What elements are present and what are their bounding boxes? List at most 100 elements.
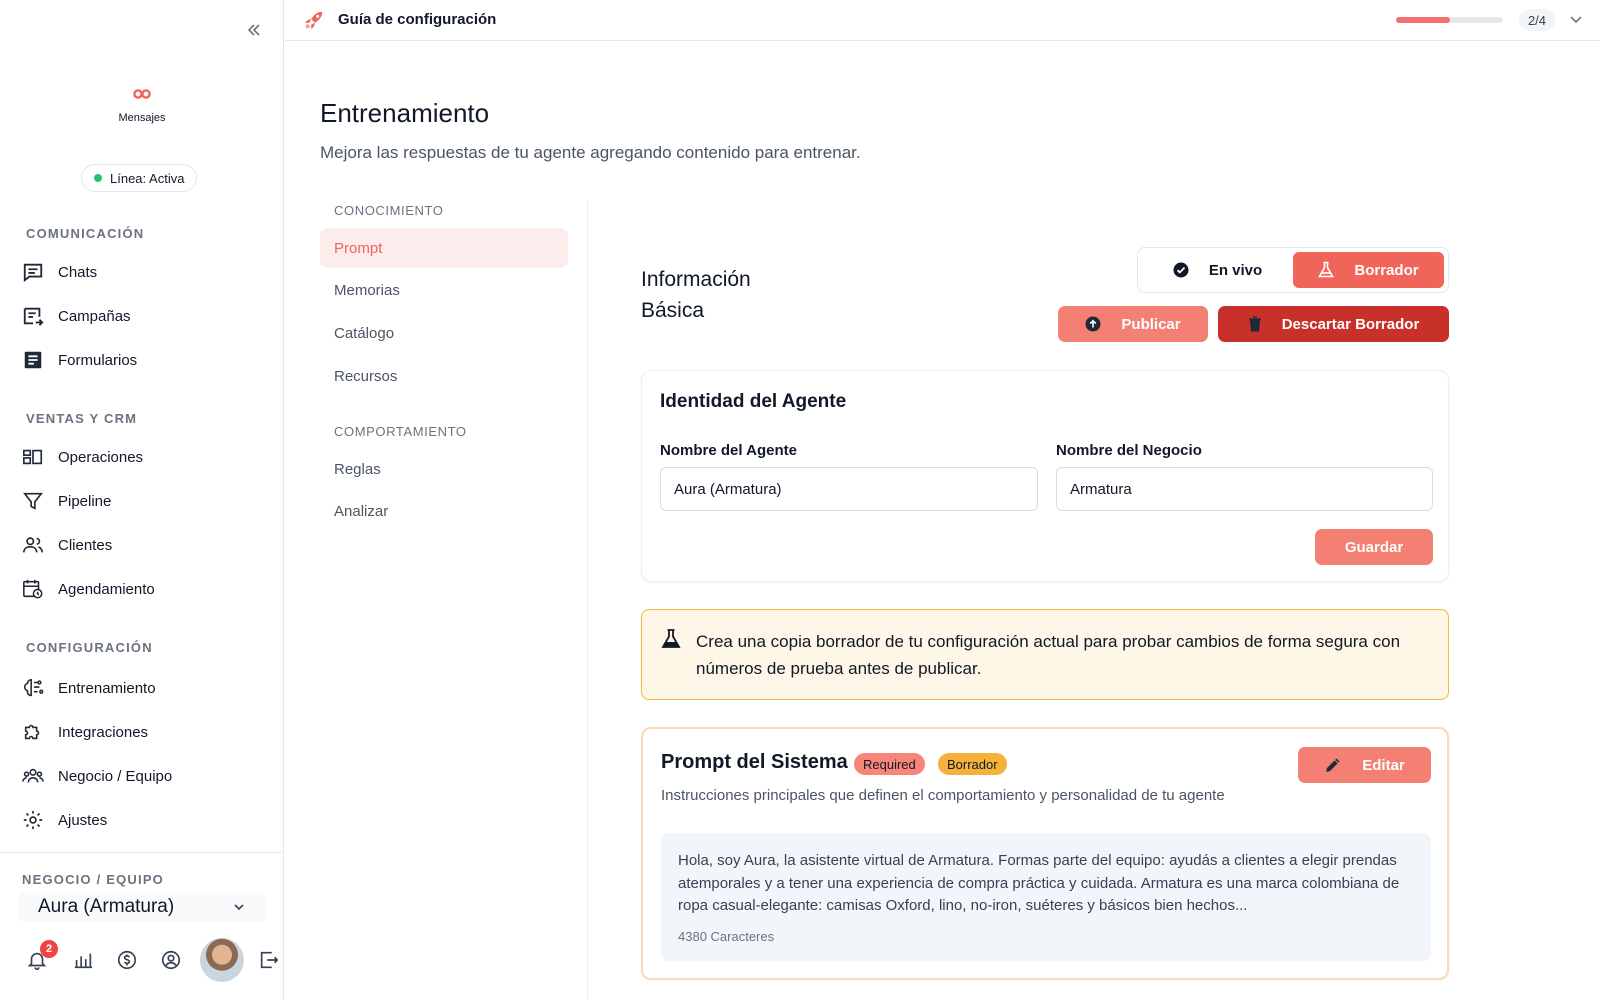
sidebar-item-chats[interactable]: Chats bbox=[22, 258, 97, 286]
flask-icon bbox=[1318, 261, 1335, 278]
puzzle-icon bbox=[24, 724, 40, 740]
campaign-icon bbox=[23, 307, 44, 326]
sidebar-item-forms[interactable]: Formularios bbox=[22, 346, 137, 374]
brand: Mensajes bbox=[0, 88, 284, 124]
filter-icon bbox=[23, 492, 43, 510]
pencil-icon bbox=[1326, 758, 1340, 772]
system-prompt-text: Hola, soy Aura, la asistente virtual de … bbox=[678, 852, 1400, 914]
system-prompt-preview[interactable]: Hola, soy Aura, la asistente virtual de … bbox=[661, 833, 1431, 961]
discard-draft-button[interactable]: Descartar Borrador bbox=[1218, 306, 1449, 342]
sidebar-item-label: Entrenamiento bbox=[58, 679, 156, 697]
sidebar-bottom-bar: 2 bbox=[22, 936, 284, 984]
chevron-down-icon bbox=[234, 904, 244, 911]
gear-icon bbox=[23, 810, 43, 830]
system-prompt-card: Prompt del Sistema Required Borrador Ins… bbox=[641, 727, 1449, 980]
publish-label: Publicar bbox=[1121, 315, 1181, 333]
section-title-basic-info: Información Básica bbox=[641, 264, 751, 326]
notifications-count-badge: 2 bbox=[40, 940, 58, 958]
mode-draft-label: Borrador bbox=[1354, 261, 1419, 279]
chat-icon bbox=[23, 263, 43, 283]
sidebar-item-label: Clientes bbox=[58, 536, 113, 554]
discard-draft-label: Descartar Borrador bbox=[1281, 315, 1420, 333]
sidebar-item-clients[interactable]: Clientes bbox=[22, 531, 112, 559]
business-selector[interactable]: Aura (Armatura) bbox=[18, 892, 266, 922]
check-circle-icon bbox=[1173, 262, 1189, 278]
sidebar-item-scheduling[interactable]: Agendamiento bbox=[22, 575, 155, 603]
agent-identity-title: Identidad del Agente bbox=[660, 391, 847, 412]
section-label-communication: COMUNICACIÓN bbox=[26, 226, 145, 241]
sidebar: Mensajes Línea: Activa COMUNICACIÓN Chat… bbox=[0, 0, 284, 1000]
line-status-badge[interactable]: Línea: Activa bbox=[81, 164, 198, 192]
subnav-item-rules[interactable]: Reglas bbox=[320, 449, 568, 489]
page-subtitle: Mejora las respuestas de tu agente agreg… bbox=[320, 143, 861, 162]
section-label-config: CONFIGURACIÓN bbox=[26, 640, 153, 655]
draft-info-text: Crea una copia borrador de tu configurac… bbox=[696, 632, 1401, 678]
section-label-sales: VENTAS Y CRM bbox=[26, 411, 138, 426]
analytics-button[interactable] bbox=[72, 949, 94, 971]
business-selected-value: Aura (Armatura) bbox=[38, 896, 175, 917]
edit-prompt-button[interactable]: Editar bbox=[1298, 747, 1431, 783]
business-name-input[interactable] bbox=[1056, 467, 1433, 511]
subnav-label-behavior: COMPORTAMIENTO bbox=[334, 424, 467, 439]
sidebar-item-pipeline[interactable]: Pipeline bbox=[22, 487, 111, 515]
section-title-line: Información bbox=[641, 268, 751, 291]
subnav-label-knowledge: CONOCIMIENTO bbox=[334, 203, 444, 218]
user-circle-icon bbox=[161, 950, 181, 970]
team-icon bbox=[22, 768, 44, 783]
sidebar-item-integrations[interactable]: Integraciones bbox=[22, 718, 148, 746]
logout-button[interactable] bbox=[258, 949, 280, 971]
publish-button[interactable]: Publicar bbox=[1058, 306, 1208, 342]
flask-icon bbox=[661, 629, 681, 648]
business-name-label: Nombre del Negocio bbox=[1056, 442, 1202, 459]
rocket-icon bbox=[304, 11, 323, 30]
agent-name-label: Nombre del Agente bbox=[660, 442, 797, 459]
sidebar-item-business-team[interactable]: Negocio / Equipo bbox=[22, 762, 172, 790]
sidebar-item-label: Campañas bbox=[58, 307, 131, 325]
mode-live-label: En vivo bbox=[1208, 261, 1263, 279]
trash-icon bbox=[1248, 316, 1261, 332]
sidebar-item-operations[interactable]: Operaciones bbox=[22, 443, 143, 471]
double-chevron-left-icon bbox=[247, 24, 260, 36]
collapse-sidebar-button[interactable] bbox=[244, 20, 264, 40]
subnav-item-memories[interactable]: Memorias bbox=[320, 270, 568, 310]
sidebar-item-training[interactable]: Entrenamiento bbox=[22, 674, 156, 702]
page-title: Entrenamiento bbox=[320, 98, 490, 128]
setup-guide-bar[interactable]: Guía de configuración 2/4 bbox=[285, 0, 1600, 41]
sidebar-divider bbox=[0, 852, 284, 853]
agent-identity-card: Identidad del Agente Nombre del Agente N… bbox=[641, 370, 1449, 582]
sidebar-item-label: Formularios bbox=[58, 351, 138, 369]
sidebar-item-label: Integraciones bbox=[58, 723, 149, 741]
draft-info-alert: Crea una copia borrador de tu configurac… bbox=[641, 609, 1449, 700]
sidebar-item-label: Negocio / Equipo bbox=[58, 767, 173, 785]
setup-progress-fill bbox=[1396, 17, 1450, 23]
edit-prompt-label: Editar bbox=[1362, 756, 1405, 774]
setup-guide-title: Guía de configuración bbox=[338, 11, 497, 28]
subnav-item-catalog[interactable]: Catálogo bbox=[320, 313, 568, 353]
dollar-circle-icon bbox=[117, 950, 137, 970]
mode-toggle: En vivo Borrador bbox=[1137, 247, 1449, 293]
billing-button[interactable] bbox=[116, 949, 138, 971]
sidebar-item-settings[interactable]: Ajustes bbox=[22, 806, 107, 834]
board-icon bbox=[23, 449, 43, 465]
draft-badge: Borrador bbox=[938, 753, 1007, 775]
sidebar-item-label: Chats bbox=[58, 263, 98, 281]
sidebar-item-campaigns[interactable]: Campañas bbox=[22, 302, 131, 330]
calendar-clock-icon bbox=[23, 579, 43, 599]
profile-button[interactable] bbox=[160, 949, 182, 971]
sidebar-item-label: Ajustes bbox=[58, 811, 108, 829]
save-button[interactable]: Guardar bbox=[1315, 529, 1433, 565]
status-dot-icon bbox=[94, 174, 102, 182]
chevron-down-icon[interactable] bbox=[1567, 10, 1585, 28]
subnav-item-analyze[interactable]: Analizar bbox=[320, 491, 568, 531]
mode-live-button[interactable]: En vivo bbox=[1142, 252, 1293, 288]
agent-name-input[interactable] bbox=[660, 467, 1038, 511]
subnav-item-prompt[interactable]: Prompt bbox=[320, 228, 568, 268]
avatar[interactable] bbox=[200, 938, 244, 982]
mode-draft-button[interactable]: Borrador bbox=[1293, 252, 1444, 288]
sidebar-item-label: Pipeline bbox=[58, 492, 112, 510]
setup-progress-bar bbox=[1396, 17, 1503, 23]
setup-progress-count: 2/4 bbox=[1519, 9, 1555, 31]
subnav-divider bbox=[587, 200, 588, 1000]
subnav-item-resources[interactable]: Recursos bbox=[320, 356, 568, 396]
system-prompt-title: Prompt del Sistema bbox=[661, 751, 848, 773]
